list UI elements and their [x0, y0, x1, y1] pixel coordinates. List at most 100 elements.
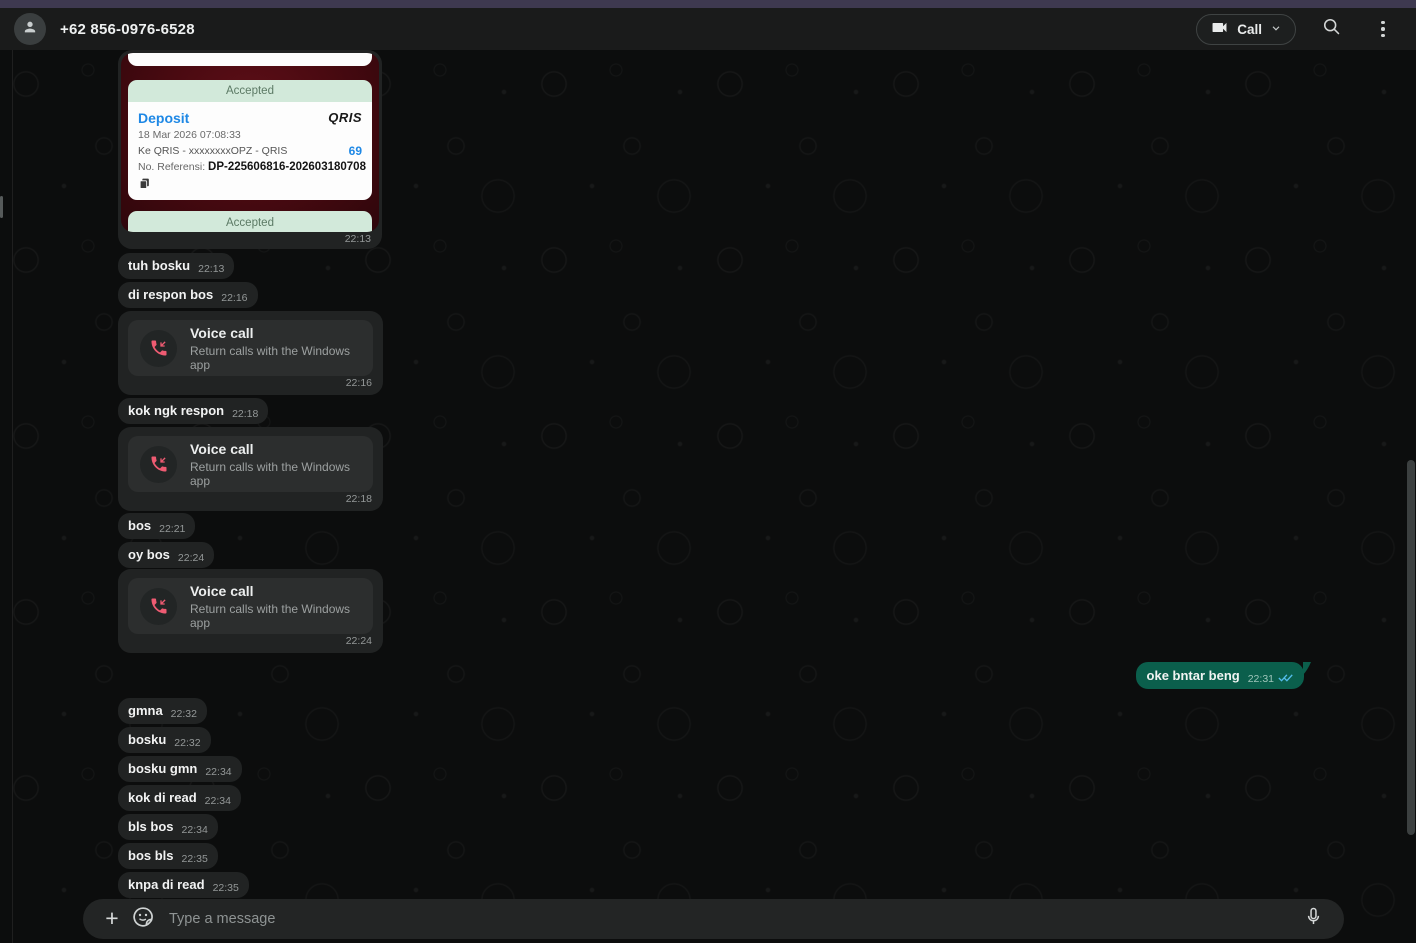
window-top-strip — [0, 0, 1416, 8]
message-time: 22:35 — [212, 882, 239, 894]
message-bubble: bosku 22:32 — [118, 727, 211, 753]
voice-call-subtitle: Return calls with the Windows app — [190, 459, 351, 488]
menu-button[interactable] — [1366, 12, 1400, 46]
receipt-ref-value: DP-225606816-202603180708 — [208, 161, 366, 173]
voice-call-message: Voice call Return calls with the Windows… — [118, 427, 383, 511]
message-text: bos — [128, 518, 152, 533]
kebab-menu-icon — [1381, 20, 1385, 38]
message-time: 22:24 — [177, 552, 205, 564]
message-time: 22:21 — [159, 523, 186, 535]
message-bubble: knpa di read 22:35 — [118, 872, 249, 898]
missed-call-icon — [140, 587, 177, 625]
message-text: knpa di read — [128, 877, 205, 892]
sticker-button[interactable] — [131, 905, 155, 934]
receipt-partial-card — [128, 53, 372, 66]
message-text: gmna — [128, 703, 163, 718]
message-bubble: kok ngk respon 22:18 — [118, 398, 269, 424]
voice-call-message: Voice call Return calls with the Windows… — [118, 569, 383, 653]
left-scrollbar-thumb[interactable] — [0, 196, 3, 218]
missed-call-icon — [140, 329, 177, 367]
call-button[interactable]: Call — [1196, 13, 1296, 45]
message-time: 22:35 — [181, 853, 208, 865]
message-time: 22:34 — [204, 795, 231, 807]
microphone-icon — [1303, 906, 1324, 932]
voice-call-subtitle: Return calls with the Windows app — [190, 343, 351, 372]
chat-scrollbar-thumb[interactable] — [1407, 460, 1415, 835]
receipt-status-badge-bottom: Accepted — [128, 211, 372, 232]
message-text: kok di read — [128, 790, 197, 805]
copy-icon — [138, 177, 362, 195]
message-time: 22:16 — [345, 377, 372, 389]
message-text: bosku — [128, 732, 167, 747]
chevron-down-icon — [1270, 22, 1282, 37]
voice-call-title: Voice call — [190, 324, 254, 341]
receipt-image: Accepted Deposit QRIS 18 Mar 2026 07:08:… — [121, 53, 379, 232]
message-text: bos bls — [128, 848, 174, 863]
plus-icon: + — [105, 904, 119, 931]
contact-avatar[interactable] — [14, 13, 46, 45]
receipt-ref-label: No. Referensi: — [138, 161, 209, 173]
message-time: 22:24 — [345, 635, 372, 647]
voice-call-title: Voice call — [190, 582, 254, 599]
message-time: 22:18 — [345, 493, 372, 505]
message-time: 22:32 — [170, 708, 197, 720]
message-bubble: bls bos 22:34 — [118, 814, 218, 840]
message-time: 22:13 — [344, 233, 371, 245]
message-text: oy bos — [128, 547, 170, 562]
image-message[interactable]: Accepted Deposit QRIS 18 Mar 2026 07:08:… — [118, 50, 382, 249]
voice-call-subtitle: Return calls with the Windows app — [190, 601, 351, 630]
header-actions: Call — [1196, 12, 1400, 46]
person-icon — [20, 17, 40, 42]
message-text: bls bos — [128, 819, 174, 834]
message-text: oke bntar beng — [1146, 668, 1240, 683]
sticker-icon — [131, 905, 155, 934]
message-composer: + — [83, 899, 1344, 939]
message-text: di respon bos — [128, 287, 214, 302]
conversation-panel: Accepted Deposit QRIS 18 Mar 2026 07:08:… — [0, 50, 1416, 943]
message-time: 22:34 — [181, 824, 208, 836]
message-text: bosku gmn — [128, 761, 198, 776]
message-bubble: gmna 22:32 — [118, 698, 207, 724]
bubble-tail — [1303, 662, 1311, 678]
voice-call-message: Voice call Return calls with the Windows… — [118, 311, 383, 395]
message-bubble: bosku gmn 22:34 — [118, 756, 242, 782]
message-bubble: bos bls 22:35 — [118, 843, 218, 869]
message-bubble: bos 22:21 — [118, 513, 196, 539]
voice-call-card: Voice call Return calls with the Windows… — [128, 578, 373, 634]
video-camera-icon — [1210, 18, 1229, 40]
message-text: kok ngk respon — [128, 403, 225, 418]
search-button[interactable] — [1314, 12, 1348, 46]
receipt-body: Deposit QRIS 18 Mar 2026 07:08:33 Ke QRI… — [128, 102, 372, 200]
voice-call-title: Voice call — [190, 440, 254, 457]
message-text: tuh bosku — [128, 258, 191, 273]
message-time: 22:32 — [174, 737, 201, 749]
receipt-card: Accepted Deposit QRIS 18 Mar 2026 07:08:… — [128, 80, 372, 200]
attach-button[interactable]: + — [97, 904, 127, 931]
whatsapp-window: +62 856-0976-6528 Call Accepted Deposit … — [0, 0, 1416, 943]
voice-record-button[interactable] — [1303, 906, 1324, 932]
message-time: 22:13 — [198, 263, 225, 275]
read-ticks-icon — [1278, 671, 1294, 686]
outgoing-message-bubble: oke bntar beng 22:31 — [1135, 662, 1311, 689]
message-input[interactable] — [169, 911, 1303, 927]
receipt-amount: 69 — [348, 144, 362, 158]
chat-header: +62 856-0976-6528 Call — [0, 8, 1416, 50]
message-time: 22:34 — [205, 766, 232, 778]
receipt-recipient: Ke QRIS - xxxxxxxxOPZ - QRIS — [138, 145, 288, 157]
message-bubble: oy bos 22:24 — [118, 542, 215, 568]
message-bubble: tuh bosku 22:13 — [118, 253, 235, 279]
voice-call-card: Voice call Return calls with the Windows… — [128, 436, 373, 492]
search-icon — [1321, 16, 1342, 42]
message-bubble: kok di read 22:34 — [118, 785, 241, 811]
panel-divider — [12, 50, 13, 943]
receipt-status-badge: Accepted — [128, 80, 372, 102]
call-button-label: Call — [1237, 21, 1262, 37]
message-time: 22:31 — [1247, 673, 1274, 685]
qris-logo: QRIS — [328, 110, 362, 125]
voice-call-card: Voice call Return calls with the Windows… — [128, 320, 373, 376]
receipt-datetime: 18 Mar 2026 07:08:33 — [138, 129, 241, 141]
message-time: 22:16 — [221, 292, 248, 304]
message-bubble: di respon bos 22:16 — [118, 282, 258, 308]
message-time: 22:18 — [232, 408, 259, 420]
contact-name[interactable]: +62 856-0976-6528 — [60, 21, 195, 38]
